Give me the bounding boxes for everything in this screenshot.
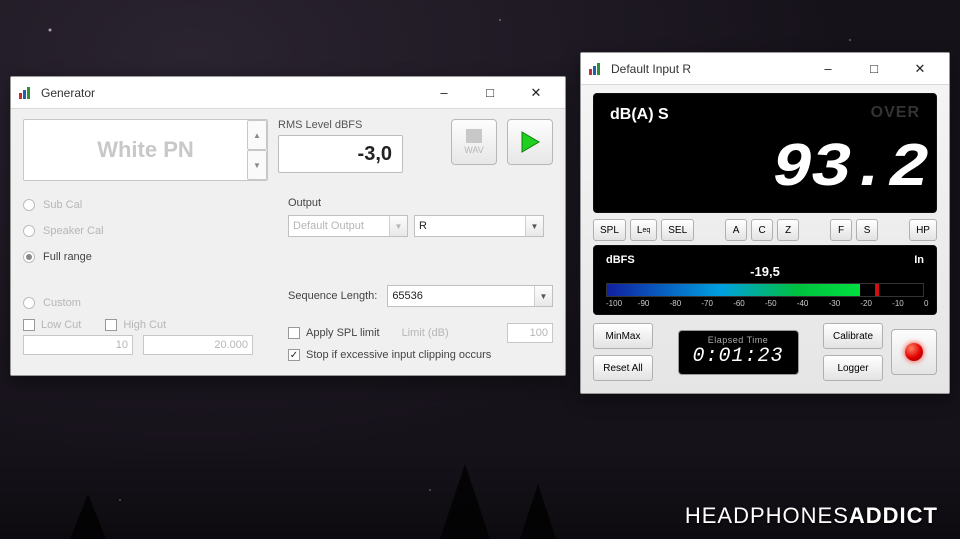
low-cut-check: Low Cut	[23, 319, 81, 331]
watermark: HEADPHONESADDICT	[685, 503, 938, 529]
low-cut-label: Low Cut	[41, 319, 81, 331]
elapsed-label: Elapsed Time	[693, 335, 784, 345]
dbfs-bar-fill	[607, 284, 860, 296]
mode-button-strip: SPL Leq SEL A C Z F S HP	[593, 219, 937, 241]
leq-sub: eq	[642, 227, 650, 234]
dbfs-bar-peak	[875, 284, 879, 296]
reset-all-button[interactable]: Reset All	[593, 355, 653, 381]
record-button[interactable]	[891, 329, 937, 375]
fast-button[interactable]: F	[830, 219, 852, 241]
radio-custom[interactable]: Custom	[23, 297, 268, 309]
generator-titlebar[interactable]: Generator – □ ✕	[11, 77, 565, 109]
high-cut-label: High Cut	[123, 319, 166, 331]
noise-type-up[interactable]: ▲	[247, 120, 267, 150]
close-button[interactable]: ✕	[513, 78, 559, 108]
stop-clipping-label: Stop if excessive input clipping occurs	[306, 349, 491, 361]
noise-type-selector[interactable]: White PN ▲ ▼	[23, 119, 268, 181]
chevron-down-icon: ▼	[525, 216, 543, 236]
sel-button[interactable]: SEL	[661, 219, 694, 241]
radio-icon	[23, 297, 35, 309]
generator-body: White PN ▲ ▼ RMS Level dBFS -3,0 WAV	[11, 109, 565, 375]
spl-button[interactable]: SPL	[593, 219, 626, 241]
apply-spl-checkbox[interactable]	[288, 327, 300, 339]
spl-reading: 93.2	[772, 133, 927, 204]
hp-button[interactable]: HP	[909, 219, 937, 241]
generator-title: Generator	[41, 86, 421, 100]
dbfs-panel: dBFS In -19,5 -100-90-80-70-60-50-40-30-…	[593, 245, 937, 315]
close-button[interactable]: ✕	[897, 54, 943, 84]
spl-display: dB(A) S OVER 93.2	[593, 93, 937, 213]
dbfs-meter-bar	[606, 283, 924, 297]
radio-sub-cal[interactable]: Sub Cal	[23, 199, 268, 211]
wav-button-label: WAV	[464, 145, 484, 155]
maximize-button[interactable]: □	[467, 78, 513, 108]
meter-title: Default Input R	[611, 62, 805, 76]
leq-button[interactable]: Leq	[630, 219, 657, 241]
wav-button[interactable]: WAV	[451, 119, 497, 165]
play-button[interactable]	[507, 119, 553, 165]
meter-app-icon	[587, 61, 603, 77]
meter-body: dB(A) S OVER 93.2 SPL Leq SEL A C Z F S …	[581, 85, 949, 393]
sequence-length-value: 65536	[392, 290, 423, 302]
dbfs-value: -19,5	[606, 264, 924, 279]
meter-titlebar[interactable]: Default Input R – □ ✕	[581, 53, 949, 85]
z-weight-button[interactable]: Z	[777, 219, 799, 241]
radio-speaker-cal[interactable]: Speaker Cal	[23, 225, 268, 237]
noise-type-label: White PN	[97, 137, 194, 163]
radio-icon	[23, 199, 35, 211]
minimize-button[interactable]: –	[421, 78, 467, 108]
over-indicator: OVER	[871, 104, 920, 122]
checkbox-icon	[105, 319, 117, 331]
radio-full-range-label: Full range	[43, 251, 92, 263]
a-weight-button[interactable]: A	[725, 219, 747, 241]
radio-icon	[23, 251, 35, 263]
output-channel-value: R	[419, 220, 427, 232]
high-cut-check: High Cut	[105, 319, 166, 331]
high-cut-input: 20.000	[143, 335, 253, 355]
wav-icon	[466, 129, 482, 143]
elapsed-time-display: Elapsed Time 0:01:23	[678, 330, 799, 375]
dbfs-right-label: In	[914, 254, 924, 266]
meter-window: Default Input R – □ ✕ dB(A) S OVER 93.2 …	[580, 52, 950, 394]
radio-sub-cal-label: Sub Cal	[43, 199, 82, 211]
output-channel-select[interactable]: R ▼	[414, 215, 544, 237]
elapsed-time: 0:01:23	[693, 345, 784, 368]
low-cut-input: 10	[23, 335, 133, 355]
maximize-button[interactable]: □	[851, 54, 897, 84]
logger-button[interactable]: Logger	[823, 355, 883, 381]
minmax-button[interactable]: MinMax	[593, 323, 653, 349]
checkbox-icon	[23, 319, 35, 331]
calibrate-button[interactable]: Calibrate	[823, 323, 883, 349]
play-icon	[519, 130, 541, 154]
dbfs-left-label: dBFS	[606, 254, 635, 266]
watermark-bold: ADDICT	[849, 503, 938, 528]
radio-speaker-cal-label: Speaker Cal	[43, 225, 104, 237]
radio-icon	[23, 225, 35, 237]
radio-full-range[interactable]: Full range	[23, 251, 268, 263]
output-label: Output	[288, 197, 553, 209]
output-device-value: Default Output	[293, 220, 364, 232]
spl-limit-input: 100	[507, 323, 553, 343]
output-device-select[interactable]: Default Output ▼	[288, 215, 408, 237]
sequence-length-select[interactable]: 65536 ▼	[387, 285, 553, 307]
dbfs-tick-labels: -100-90-80-70-60-50-40-30-20-100	[606, 299, 924, 308]
rms-level-input[interactable]: -3,0	[278, 135, 403, 173]
generator-window: Generator – □ ✕ White PN ▲ ▼ RMS Level d…	[10, 76, 566, 376]
spl-limit-label: Limit (dB)	[402, 327, 449, 339]
record-icon	[905, 343, 923, 361]
radio-custom-label: Custom	[43, 297, 81, 309]
watermark-light: HEADPHONES	[685, 503, 849, 528]
minimize-button[interactable]: –	[805, 54, 851, 84]
c-weight-button[interactable]: C	[751, 219, 773, 241]
chevron-down-icon: ▼	[534, 286, 552, 306]
noise-type-down[interactable]: ▼	[247, 150, 267, 180]
slow-button[interactable]: S	[856, 219, 878, 241]
stop-clipping-checkbox[interactable]: ✓	[288, 349, 300, 361]
sequence-length-label: Sequence Length:	[288, 290, 377, 302]
chevron-down-icon: ▼	[389, 216, 407, 236]
generator-app-icon	[17, 85, 33, 101]
rms-level-label: RMS Level dBFS	[278, 119, 441, 131]
apply-spl-label: Apply SPL limit	[306, 327, 380, 339]
